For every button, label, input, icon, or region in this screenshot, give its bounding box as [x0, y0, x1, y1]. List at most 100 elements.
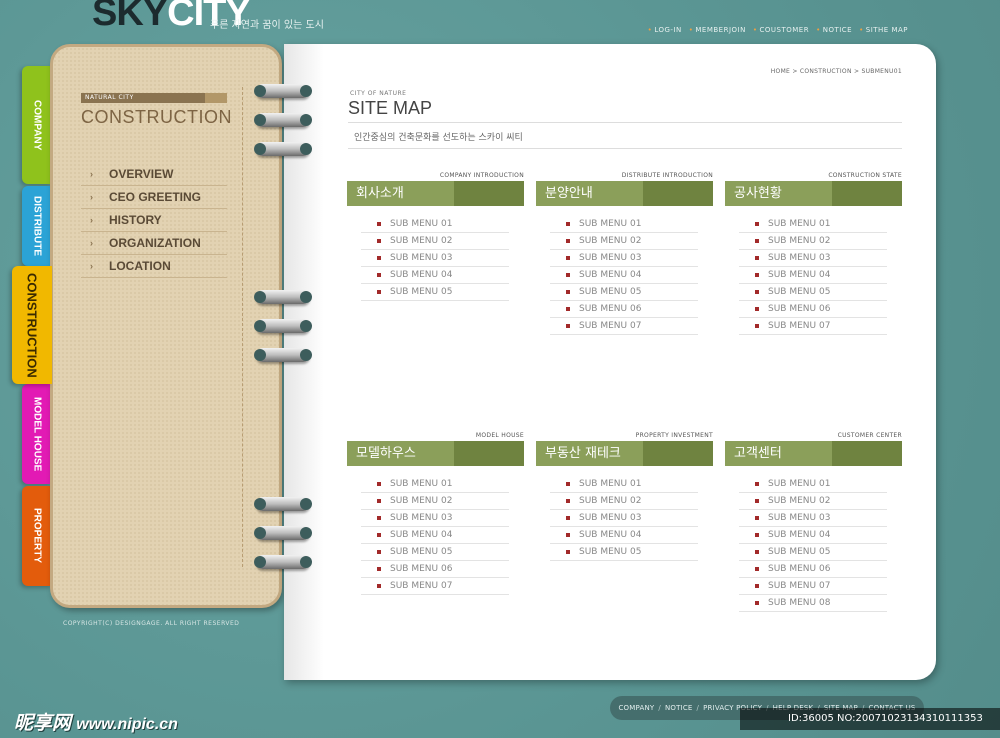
list-item[interactable]: SUB MENU 01 — [550, 476, 698, 493]
list-item[interactable]: SUB MENU 02 — [361, 233, 509, 250]
list-item[interactable]: SUB MENU 05 — [739, 544, 887, 561]
bullet-icon — [755, 499, 759, 503]
list-item[interactable]: SUB MENU 06 — [739, 561, 887, 578]
section-list: SUB MENU 01 SUB MENU 02 SUB MENU 03 SUB … — [361, 476, 509, 595]
list-item[interactable]: SUB MENU 08 — [739, 595, 887, 612]
list-item[interactable]: SUB MENU 06 — [550, 301, 698, 318]
list-item[interactable]: SUB MENU 06 — [739, 301, 887, 318]
section-property: PROPERTY INVESTMENT 부동산 재테크 SUB MENU 01 … — [536, 432, 713, 561]
list-item[interactable]: SUB MENU 03 — [361, 250, 509, 267]
bullet-icon — [755, 307, 759, 311]
top-link-memberjoin[interactable]: • MEMBERJOIN — [689, 26, 746, 34]
binder-ring — [254, 290, 312, 304]
divider — [348, 122, 902, 123]
bullet-icon — [755, 550, 759, 554]
section-eng-label: PROPERTY INVESTMENT — [635, 432, 713, 439]
dashed-divider — [242, 87, 243, 567]
tab-company[interactable]: COMPANY — [22, 66, 52, 184]
binder-ring — [254, 319, 312, 333]
divider — [348, 148, 902, 149]
bullet-icon — [566, 256, 570, 260]
list-item[interactable]: SUB MENU 02 — [739, 233, 887, 250]
list-item[interactable]: SUB MENU 01 — [739, 216, 887, 233]
list-item[interactable]: SUB MENU 02 — [550, 493, 698, 510]
left-menu-item-organization[interactable]: › ORGANIZATION — [81, 232, 227, 255]
copyright: COPYRIGHT(C) DESIGNGAGE. ALL RIGHT RESER… — [63, 620, 240, 627]
watermark: 昵享网 www.nipic.cn — [14, 713, 178, 734]
tab-construction[interactable]: CONSTRUCTION — [12, 266, 52, 384]
binder-ring — [254, 84, 312, 98]
section-eng-label: DISTRIBUTE INTRODUCTION — [621, 172, 713, 179]
list-item[interactable]: SUB MENU 03 — [550, 510, 698, 527]
bullet-icon — [377, 584, 381, 588]
list-item[interactable]: SUB MENU 05 — [550, 544, 698, 561]
bullet-icon — [566, 482, 570, 486]
arrow-icon: › — [90, 169, 93, 179]
list-item[interactable]: SUB MENU 02 — [739, 493, 887, 510]
binder-ring — [254, 348, 312, 362]
list-item[interactable]: SUB MENU 04 — [361, 527, 509, 544]
section-header[interactable]: 고객센터 — [725, 441, 902, 466]
tab-property[interactable]: PROPERTY — [22, 486, 52, 586]
list-item[interactable]: SUB MENU 03 — [361, 510, 509, 527]
list-item[interactable]: SUB MENU 03 — [739, 250, 887, 267]
footer-link-company[interactable]: COMPANY — [618, 704, 654, 712]
left-menu-item-location[interactable]: › LOCATION — [81, 255, 227, 278]
left-menu-item-ceo-greeting[interactable]: › CEO GREETING — [81, 186, 227, 209]
list-item[interactable]: SUB MENU 03 — [739, 510, 887, 527]
section-header[interactable]: 회사소개 — [347, 181, 524, 206]
list-item[interactable]: SUB MENU 04 — [739, 267, 887, 284]
list-item[interactable]: SUB MENU 03 — [550, 250, 698, 267]
list-item[interactable]: SUB MENU 04 — [550, 527, 698, 544]
list-item[interactable]: SUB MENU 02 — [550, 233, 698, 250]
list-item[interactable]: SUB MENU 04 — [361, 267, 509, 284]
list-item[interactable]: SUB MENU 04 — [739, 527, 887, 544]
arrow-icon: › — [90, 261, 93, 271]
list-item[interactable]: SUB MENU 05 — [739, 284, 887, 301]
bullet-icon — [377, 239, 381, 243]
tab-model-house[interactable]: MODEL HOUSE — [22, 384, 52, 484]
list-item[interactable]: SUB MENU 05 — [361, 284, 509, 301]
section-construction: CONSTRUCTION STATE 공사현황 SUB MENU 01 SUB … — [725, 172, 902, 335]
bullet-icon — [755, 324, 759, 328]
bullet-icon — [377, 516, 381, 520]
section-header[interactable]: 모델하우스 — [347, 441, 524, 466]
list-item[interactable]: SUB MENU 06 — [361, 561, 509, 578]
section-list: SUB MENU 01 SUB MENU 02 SUB MENU 03 SUB … — [550, 476, 698, 561]
list-item[interactable]: SUB MENU 07 — [739, 578, 887, 595]
bullet-icon — [566, 307, 570, 311]
top-link-notice[interactable]: • NOTICE — [816, 26, 852, 34]
list-item[interactable]: SUB MENU 02 — [361, 493, 509, 510]
bullet-icon — [566, 499, 570, 503]
list-item[interactable]: SUB MENU 07 — [361, 578, 509, 595]
top-link-customer[interactable]: • COUSTOMER — [753, 26, 809, 34]
list-item[interactable]: SUB MENU 01 — [550, 216, 698, 233]
list-item[interactable]: SUB MENU 01 — [739, 476, 887, 493]
tab-distribute[interactable]: DISTRIBUTE — [22, 186, 52, 266]
bullet-icon — [566, 239, 570, 243]
section-header[interactable]: 공사현황 — [725, 181, 902, 206]
list-item[interactable]: SUB MENU 05 — [361, 544, 509, 561]
list-item[interactable]: SUB MENU 01 — [361, 476, 509, 493]
section-list: SUB MENU 01 SUB MENU 02 SUB MENU 03 SUB … — [739, 476, 887, 612]
footer-link-notice[interactable]: NOTICE — [665, 704, 693, 712]
section-distribute: DISTRIBUTE INTRODUCTION 분양안내 SUB MENU 01… — [536, 172, 713, 335]
left-menu-item-overview[interactable]: › OVERVIEW — [81, 163, 227, 186]
section-header[interactable]: 부동산 재테크 — [536, 441, 713, 466]
tagline: 푸른 자연과 꿈이 있는 도시 — [210, 20, 324, 31]
bullet-icon — [755, 273, 759, 277]
section-header[interactable]: 분양안내 — [536, 181, 713, 206]
list-item[interactable]: SUB MENU 07 — [550, 318, 698, 335]
page-title: SITE MAP — [348, 98, 433, 118]
list-item[interactable]: SUB MENU 01 — [361, 216, 509, 233]
section-customer-center: CUSTOMER CENTER 고객센터 SUB MENU 01 SUB MEN… — [725, 432, 902, 612]
left-panel-tag: NATURAL CITY — [81, 93, 227, 103]
left-menu-item-history[interactable]: › HISTORY — [81, 209, 227, 232]
list-item[interactable]: SUB MENU 07 — [739, 318, 887, 335]
bullet-icon — [566, 273, 570, 277]
list-item[interactable]: SUB MENU 05 — [550, 284, 698, 301]
list-item[interactable]: SUB MENU 04 — [550, 267, 698, 284]
top-link-sitemap[interactable]: • SITHE MAP — [859, 26, 908, 34]
breadcrumb: HOME > CONSTRUCTION > SUBMENU01 — [770, 68, 902, 75]
top-link-login[interactable]: • LOG-IN — [648, 26, 682, 34]
